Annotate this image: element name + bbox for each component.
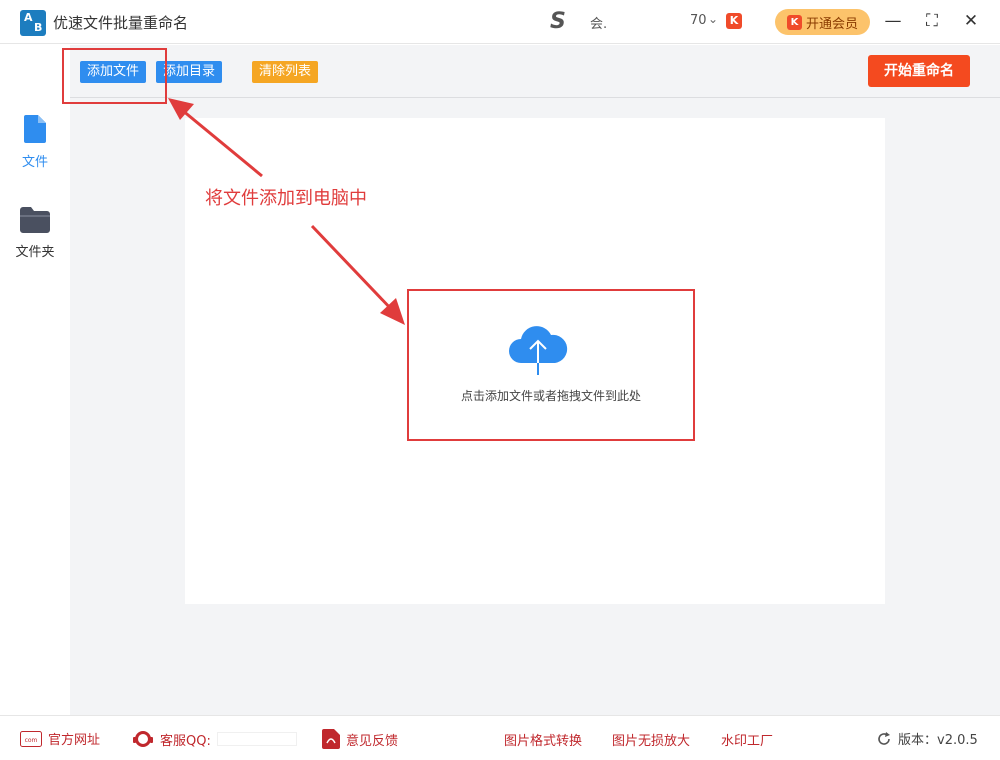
vip-k-icon: K [786,14,802,30]
cloud-upload-icon [509,326,568,375]
user-avatar-icon[interactable]: S [550,10,580,34]
feedback-label: 意见反馈 [346,733,399,749]
user-number[interactable]: 70 [690,13,707,28]
footer: com 官方网址 客服QQ: 意见反馈 图片格式转换 图片无损放大 水印工厂 版… [0,715,1000,760]
start-rename-button[interactable]: 开始重命名 [868,55,970,87]
svg-text:com: com [25,737,38,744]
footer-link-watermark[interactable]: 水印工厂 [721,730,773,749]
clear-list-button[interactable]: 清除列表 [252,61,319,83]
sidebar-item-file[interactable]: 文件 [0,115,70,170]
vip-badge-icon: K [726,13,742,29]
sidebar-item-label: 文件 [21,155,48,170]
sidebar: 文件 文件夹 [0,45,70,715]
customer-service-icon [133,731,153,747]
title-bar: A B 优速文件批量重命名 S 会. 70 ⌄ K K 开通会员 — ⛶ ✕ [0,0,1000,44]
app-title: 优速文件批量重命名 [53,14,189,32]
qq-number-masked [216,732,297,746]
file-icon [24,115,46,143]
sidebar-item-folder[interactable]: 文件夹 [0,207,70,260]
sidebar-item-label: 文件夹 [15,245,55,260]
chevron-down-icon[interactable]: ⌄ [708,12,718,26]
toolbar: 添加文件 添加目录 清除列表 开始重命名 [70,45,1000,98]
footer-link-image-upscale[interactable]: 图片无损放大 [612,730,690,749]
vip-button-label: 开通会员 [805,16,858,32]
footer-link-image-convert[interactable]: 图片格式转换 [504,730,582,749]
qq-support-link[interactable]: 客服QQ: [132,729,297,749]
open-vip-button[interactable]: K 开通会员 [775,9,870,35]
qq-label: 客服QQ: [160,733,211,749]
website-icon: com [20,730,42,747]
refresh-icon [878,731,890,745]
app-logo-icon: A B [20,10,46,36]
close-button[interactable]: ✕ [959,8,983,34]
folder-icon [20,207,50,233]
website-label: 官方网址 [48,733,101,748]
website-link[interactable]: com 官方网址 [20,729,100,748]
user-name[interactable]: 会. [590,13,607,32]
add-file-highlight [62,48,167,104]
drop-zone[interactable]: 点击添加文件或者拖拽文件到此处 [407,289,695,441]
annotation-text: 将文件添加到电脑中 [205,188,367,209]
version-label: 版本：v2.0.5 [898,733,978,748]
minimize-button[interactable]: — [881,8,905,34]
feedback-link[interactable]: 意见反馈 [322,729,398,749]
drop-hint-text: 点击添加文件或者拖拽文件到此处 [460,389,641,403]
version-info[interactable]: 版本：v2.0.5 [876,729,978,748]
maximize-button[interactable]: ⛶ [920,8,944,34]
feedback-icon [322,729,340,749]
